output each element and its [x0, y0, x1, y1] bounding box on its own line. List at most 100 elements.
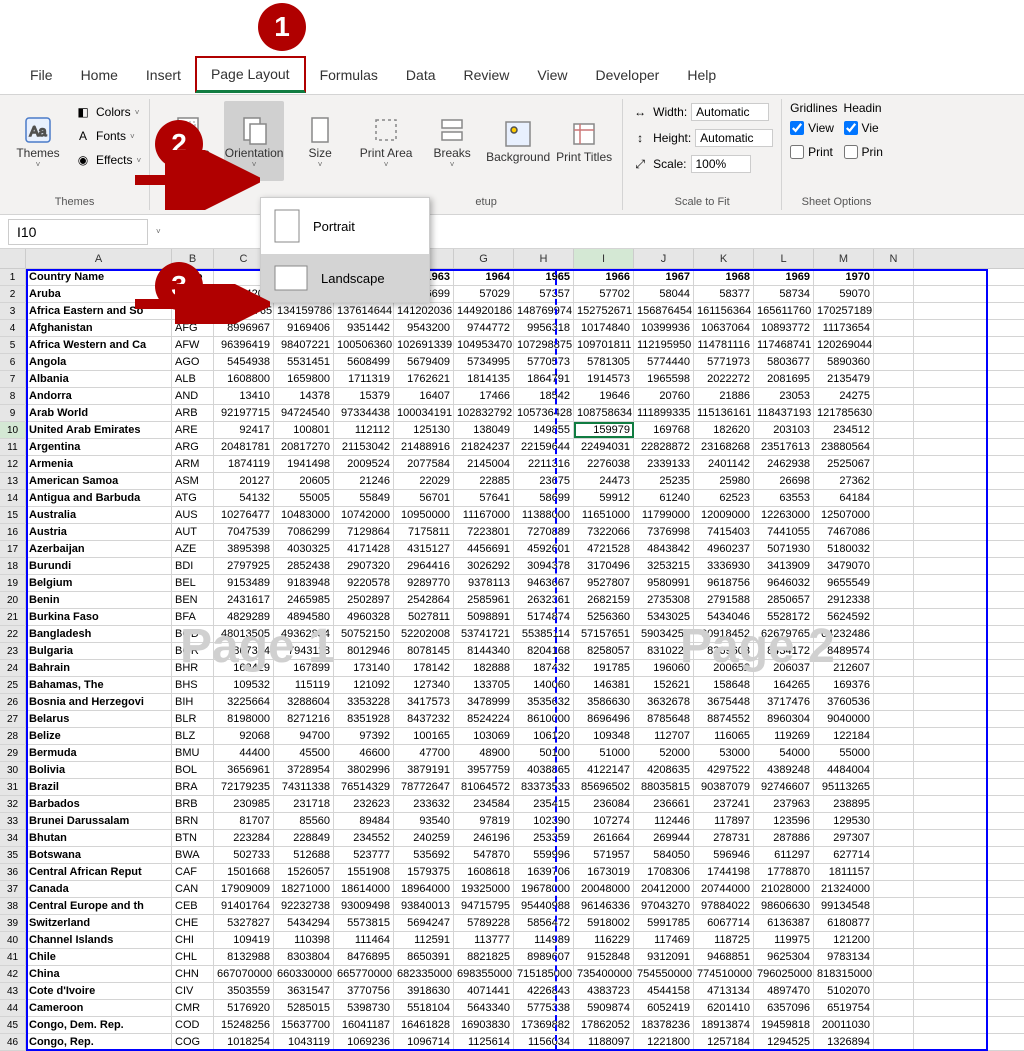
cell[interactable]: 611297 — [754, 847, 814, 863]
cell[interactable]: 118437193 — [754, 405, 814, 421]
cell[interactable]: 72179235 — [214, 779, 274, 795]
cell[interactable]: 117468741 — [754, 337, 814, 353]
cell[interactable]: 54000 — [754, 745, 814, 761]
cell[interactable]: 9527807 — [574, 575, 634, 591]
colors-button[interactable]: ◧Colors ˅ — [74, 101, 141, 123]
cell[interactable] — [874, 677, 914, 693]
cell[interactable]: 100506360 — [334, 337, 394, 353]
cell[interactable]: 18614000 — [334, 881, 394, 897]
cell[interactable]: 92232738 — [274, 898, 334, 914]
cell[interactable]: 91401764 — [214, 898, 274, 914]
cell[interactable]: 3170496 — [574, 558, 634, 574]
cell[interactable]: 20127 — [214, 473, 274, 489]
cell[interactable]: 200652 — [694, 660, 754, 676]
cell[interactable]: 95113265 — [814, 779, 874, 795]
cell[interactable]: 297307 — [814, 830, 874, 846]
cell[interactable]: 278731 — [694, 830, 754, 846]
cell[interactable]: 8960304 — [754, 711, 814, 727]
cell[interactable] — [874, 864, 914, 880]
cell[interactable]: 1814135 — [454, 371, 514, 387]
cell[interactable]: 1968 — [694, 269, 754, 285]
cell[interactable]: Country Name — [26, 269, 172, 285]
cell[interactable] — [874, 813, 914, 829]
cell[interactable]: 660330000 — [274, 966, 334, 982]
cell[interactable]: 502733 — [214, 847, 274, 863]
cell[interactable]: 60918452 — [694, 626, 754, 642]
cell[interactable]: 17909009 — [214, 881, 274, 897]
cell[interactable]: 15637700 — [274, 1017, 334, 1033]
cell[interactable]: 1579375 — [394, 864, 454, 880]
cell[interactable]: 25980 — [694, 473, 754, 489]
cell[interactable]: 93009498 — [334, 898, 394, 914]
cell[interactable]: 16041187 — [334, 1017, 394, 1033]
cell[interactable]: CHI — [172, 932, 214, 948]
cell[interactable]: 12507000 — [814, 507, 874, 523]
cell[interactable]: 9956318 — [514, 320, 574, 336]
cell[interactable]: 1941498 — [274, 456, 334, 472]
cell[interactable]: 55005 — [274, 490, 334, 506]
tab-insert[interactable]: Insert — [132, 59, 195, 91]
cell[interactable]: 23168268 — [694, 439, 754, 455]
cell[interactable]: 1673019 — [574, 864, 634, 880]
cell[interactable] — [874, 949, 914, 965]
cell[interactable]: Benin — [26, 592, 172, 608]
cell[interactable]: 96396419 — [214, 337, 274, 353]
cell[interactable]: 5770573 — [514, 354, 574, 370]
cell[interactable]: 25235 — [634, 473, 694, 489]
cell[interactable]: 231718 — [274, 796, 334, 812]
cell[interactable]: 58377 — [694, 286, 754, 302]
cell[interactable]: 535692 — [394, 847, 454, 863]
cell[interactable]: Armenia — [26, 456, 172, 472]
namebox-dropdown[interactable]: ˅ — [156, 227, 161, 236]
cell[interactable]: 1125614 — [454, 1034, 514, 1050]
cell[interactable]: AND — [172, 388, 214, 404]
cell[interactable]: CAF — [172, 864, 214, 880]
cell[interactable]: 13410 — [214, 388, 274, 404]
cell[interactable]: 112707 — [634, 728, 694, 744]
cell[interactable]: 94724540 — [274, 405, 334, 421]
cell[interactable]: 9646032 — [754, 575, 814, 591]
cell[interactable]: 100034191 — [394, 405, 454, 421]
cell[interactable]: 7175811 — [394, 524, 454, 540]
cell[interactable]: 114781116 — [694, 337, 754, 353]
cell[interactable]: 3656961 — [214, 762, 274, 778]
cell[interactable]: 15379 — [334, 388, 394, 404]
cell[interactable]: 17862052 — [574, 1017, 634, 1033]
cell[interactable]: Belarus — [26, 711, 172, 727]
cell[interactable]: BGR — [172, 643, 214, 659]
cell[interactable]: 4171428 — [334, 541, 394, 557]
cell[interactable]: 8078145 — [394, 643, 454, 659]
cell[interactable]: 20744000 — [694, 881, 754, 897]
cell[interactable]: 129530 — [814, 813, 874, 829]
cell[interactable]: 796025000 — [754, 966, 814, 982]
cell[interactable]: 8476895 — [334, 949, 394, 965]
cell[interactable]: 6519754 — [814, 1000, 874, 1016]
cell[interactable]: 45500 — [274, 745, 334, 761]
cell[interactable]: 100165 — [394, 728, 454, 744]
cell[interactable]: 4071441 — [454, 983, 514, 999]
cell[interactable]: 117469 — [634, 932, 694, 948]
cell[interactable]: 112591 — [394, 932, 454, 948]
cell[interactable]: 2211316 — [514, 456, 574, 472]
cell[interactable]: 17369882 — [514, 1017, 574, 1033]
cell[interactable]: 7047539 — [214, 524, 274, 540]
row-header-22[interactable]: 22 — [0, 626, 26, 642]
cell[interactable]: 11799000 — [634, 507, 694, 523]
cell[interactable] — [874, 745, 914, 761]
cell[interactable] — [874, 915, 914, 931]
cell[interactable] — [874, 456, 914, 472]
cell[interactable]: 11388000 — [514, 507, 574, 523]
cell[interactable]: 6180877 — [814, 915, 874, 931]
cell[interactable]: 49362834 — [274, 626, 334, 642]
cell[interactable] — [874, 609, 914, 625]
cell[interactable]: 234512 — [814, 422, 874, 438]
cell[interactable]: 19325000 — [454, 881, 514, 897]
cell[interactable]: BRA — [172, 779, 214, 795]
cell[interactable]: 112446 — [634, 813, 694, 829]
col-header-L[interactable]: L — [754, 249, 814, 268]
cell[interactable]: 4960328 — [334, 609, 394, 625]
cell[interactable]: 547870 — [454, 847, 514, 863]
cell[interactable]: 102691339 — [394, 337, 454, 353]
cell[interactable] — [874, 269, 914, 285]
cell[interactable]: 4456691 — [454, 541, 514, 557]
